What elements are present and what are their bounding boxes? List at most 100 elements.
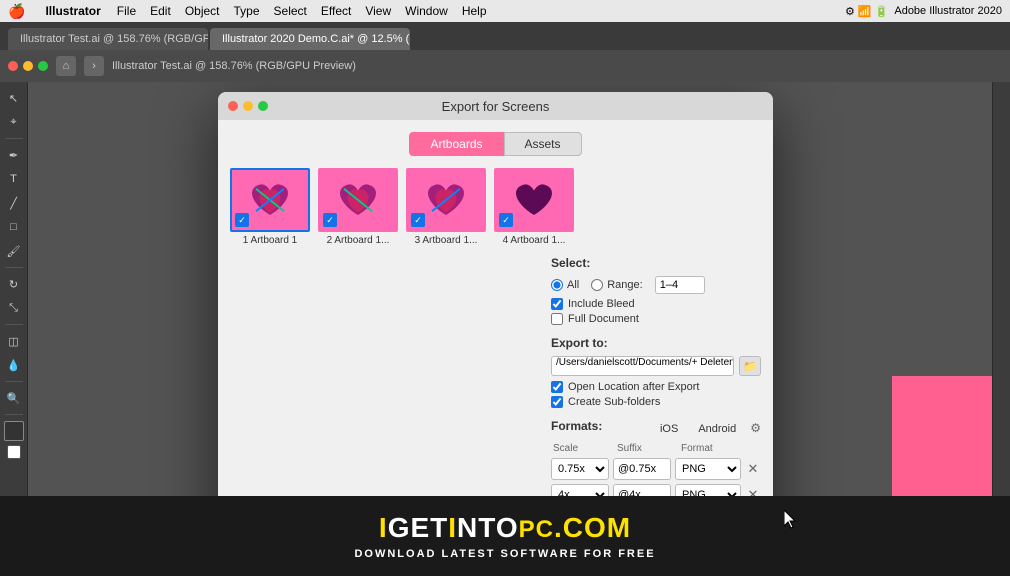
menu-type[interactable]: Type (234, 4, 260, 18)
menu-view[interactable]: View (365, 4, 391, 18)
menu-edit[interactable]: Edit (150, 4, 171, 18)
range-input[interactable] (655, 276, 705, 294)
watermark-logo: IGETINTOPC.COM (379, 512, 631, 544)
minimize-btn[interactable] (23, 61, 33, 71)
format-row-1: 0.75x 1x 2x 3x 4x PNG JPG SVG (551, 458, 761, 480)
tab-ios[interactable]: iOS (654, 421, 684, 437)
artboard-thumb-2[interactable]: ✓ (318, 168, 398, 232)
remove-format-1[interactable]: ✕ (745, 461, 761, 477)
full-document-label[interactable]: Full Document (551, 313, 761, 325)
include-bleed-label[interactable]: Include Bleed (551, 298, 761, 310)
col-suffix-label: Suffix (617, 443, 677, 454)
tool-divider-5 (5, 414, 23, 415)
formats-label: Formats: (551, 419, 602, 433)
artboard-item-2[interactable]: ✓ 2 Artboard 1... (318, 168, 398, 246)
create-subfolders-text: Create Sub-folders (568, 396, 660, 408)
paintbrush-tool[interactable]: 🖌 (4, 241, 24, 261)
selection-tool[interactable]: ↖ (4, 88, 24, 108)
artboard-thumb-3[interactable]: ✓ (406, 168, 486, 232)
open-location-label[interactable]: Open Location after Export (551, 381, 761, 393)
close-btn[interactable] (8, 61, 18, 71)
menu-select[interactable]: Select (274, 4, 307, 18)
artboard-grid: ✓ 1 Artboard 1 ✓ (230, 168, 761, 246)
artboard-check-4: ✓ (499, 213, 513, 227)
folder-browse-btn[interactable]: 📁 (739, 356, 761, 376)
watermark-logo-into: I (448, 512, 457, 543)
tab-artboards[interactable]: Artboards (409, 132, 503, 156)
tool-divider-3 (5, 324, 23, 325)
radio-all[interactable]: All (551, 279, 579, 291)
type-tool[interactable]: T (4, 169, 24, 189)
menu-object[interactable]: Object (185, 4, 220, 18)
artboard-item-4[interactable]: ✓ 4 Artboard 1... (494, 168, 574, 246)
format-select-1[interactable]: PNG JPG SVG PDF (675, 458, 741, 480)
dialog-minimize[interactable] (243, 101, 253, 111)
artboard-label-4: 4 Artboard 1... (494, 235, 574, 246)
formats-platform-tabs: iOS Android ⚙ (654, 421, 761, 437)
artboard-thumb-4[interactable]: ✓ (494, 168, 574, 232)
watermark-logo-pc: PC (519, 516, 554, 543)
tab-label-1: Illustrator Test.ai @ 158.76% (RGB/GPU P… (20, 33, 208, 45)
app-name: Illustrator (45, 4, 100, 18)
maximize-btn[interactable] (38, 61, 48, 71)
apple-menu[interactable]: 🍎 (8, 3, 25, 20)
menu-effect[interactable]: Effect (321, 4, 351, 18)
stroke-color[interactable] (7, 445, 21, 459)
artboard-label-3: 3 Artboard 1... (406, 235, 486, 246)
formats-gear-icon[interactable]: ⚙ (750, 421, 761, 437)
menu-bar-title: Adobe Illustrator 2020 (894, 5, 1002, 17)
eyedropper-tool[interactable]: 💧 (4, 355, 24, 375)
artboard-item-1[interactable]: ✓ 1 Artboard 1 (230, 168, 310, 246)
tab-assets[interactable]: Assets (504, 132, 582, 156)
formats-columns: Scale Suffix Format (551, 443, 761, 454)
artboard-label-2: 2 Artboard 1... (318, 235, 398, 246)
scale-select-1[interactable]: 0.75x 1x 2x 3x 4x (551, 458, 609, 480)
full-document-checkbox[interactable] (551, 313, 563, 325)
home-icon[interactable]: ⌂ (56, 56, 76, 76)
pen-tool[interactable]: ✒ (4, 145, 24, 165)
export-path-field[interactable]: /Users/danielscott/Documents/+ Deleten (551, 356, 734, 376)
artboard-check-2: ✓ (323, 213, 337, 227)
create-subfolders-label[interactable]: Create Sub-folders (551, 396, 761, 408)
watermark-banner: IGETINTOPC.COM Download Latest Software … (0, 496, 1010, 576)
radio-all-input[interactable] (551, 279, 563, 291)
dialog-close[interactable] (228, 101, 238, 111)
export-path-row: /Users/danielscott/Documents/+ Deleten 📁 (551, 356, 761, 376)
menu-help[interactable]: Help (462, 4, 487, 18)
artboard-check-3: ✓ (411, 213, 425, 227)
tool-divider-2 (5, 267, 23, 268)
tool-divider-4 (5, 381, 23, 382)
include-bleed-text: Include Bleed (568, 298, 635, 310)
dialog-tabs: Artboards Assets (230, 132, 761, 156)
tool-divider-1 (5, 138, 23, 139)
shape-tool[interactable]: □ (4, 217, 24, 237)
include-bleed-checkbox[interactable] (551, 298, 563, 310)
open-location-checkbox[interactable] (551, 381, 563, 393)
menu-window[interactable]: Window (405, 4, 448, 18)
direct-selection-tool[interactable]: ⌖ (4, 112, 24, 132)
watermark-logo-n: NTO (457, 512, 519, 543)
radio-range[interactable]: Range: (591, 279, 642, 291)
tab-android[interactable]: Android (692, 421, 742, 437)
artboard-check-1: ✓ (235, 213, 249, 227)
dialog-maximize[interactable] (258, 101, 268, 111)
tab-illustrator-test[interactable]: Illustrator Test.ai @ 158.76% (RGB/GPU P… (8, 28, 208, 50)
gradient-tool[interactable]: ◫ (4, 331, 24, 351)
rotate-tool[interactable]: ↻ (4, 274, 24, 294)
watermark-logo-dot-com: .COM (554, 512, 631, 543)
artboard-thumb-1[interactable]: ✓ (230, 168, 310, 232)
menu-file[interactable]: File (117, 4, 136, 18)
create-subfolders-checkbox[interactable] (551, 396, 563, 408)
fill-color[interactable] (4, 421, 24, 441)
artboard-label-1: 1 Artboard 1 (230, 235, 310, 246)
radio-range-input[interactable] (591, 279, 603, 291)
menu-items: File Edit Object Type Select Effect View… (117, 4, 487, 18)
artboard-item-3[interactable]: ✓ 3 Artboard 1... (406, 168, 486, 246)
tab-illustrator-demo[interactable]: Illustrator 2020 Demo.C.ai* @ 12.5% (RGB… (210, 28, 410, 50)
scale-tool[interactable]: ⤡ (4, 298, 24, 318)
suffix-input-1[interactable] (613, 458, 671, 480)
line-tool[interactable]: ╱ (4, 193, 24, 213)
open-location-text: Open Location after Export (568, 381, 699, 393)
watermark-logo-i: I (379, 512, 388, 543)
zoom-tool[interactable]: 🔍 (4, 388, 24, 408)
